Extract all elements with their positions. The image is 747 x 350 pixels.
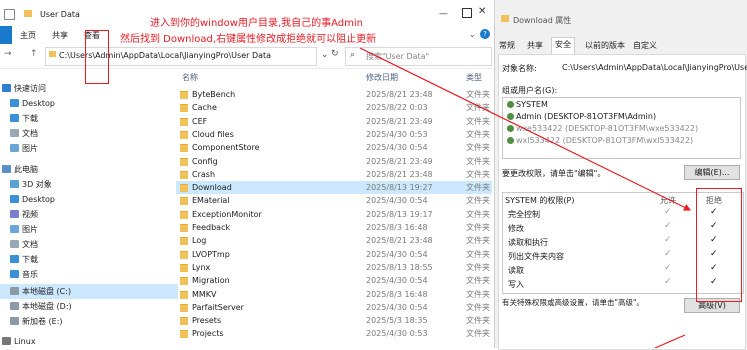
annotation-line-1: 进入到你的window用户目录,我自己的事Admin (150, 18, 363, 29)
annotation-arrow (359, 47, 692, 211)
annotation-arrows (359, 47, 692, 348)
annotation-stroke (654, 334, 686, 348)
annotation-line-2: 然后找到 Download,右键属性修改成拒绝就可以阻止更新 (120, 34, 377, 45)
